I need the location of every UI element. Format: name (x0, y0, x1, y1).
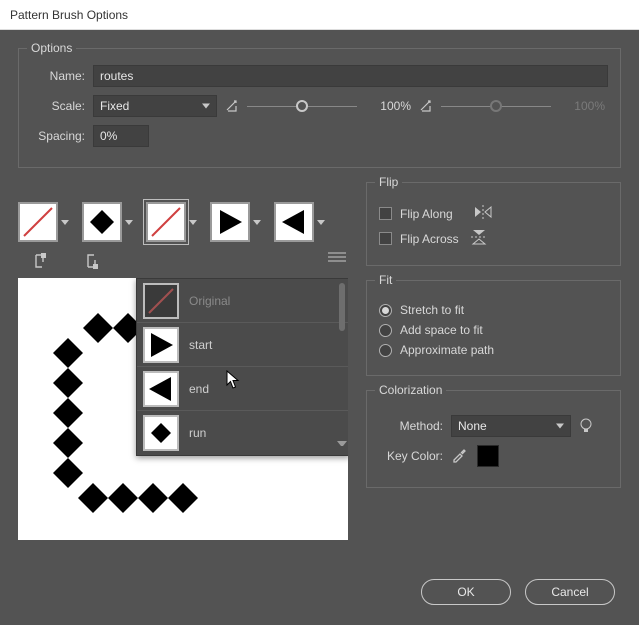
scale-link-icon-right[interactable] (419, 99, 433, 113)
flip-group: Flip Flip Along Flip Across (366, 182, 621, 266)
tile-start[interactable] (210, 202, 250, 242)
flip-legend: Flip (375, 175, 402, 189)
keycolor-swatch[interactable] (477, 445, 499, 467)
tile-end-dd[interactable] (316, 202, 326, 242)
dialog-window: Pattern Brush Options Options Name: Scal… (0, 0, 639, 625)
scale-value-1[interactable]: 100% (365, 99, 411, 113)
fit-addspace-label: Add space to fit (400, 323, 483, 337)
flip-along-icon (473, 205, 493, 222)
tile-dropdown-panel: Original start end (136, 278, 348, 456)
brush-preview: Original start end (18, 278, 348, 540)
scale-value-2: 100% (559, 99, 605, 113)
ok-button[interactable]: OK (421, 579, 511, 605)
spacing-label: Spacing: (31, 129, 85, 143)
options-group: Options Name: Scale: Fixed 100% (18, 48, 621, 168)
name-input[interactable] (93, 65, 608, 87)
dd-label-end: end (189, 382, 209, 396)
scale-label: Scale: (31, 99, 85, 113)
colorization-legend: Colorization (375, 383, 446, 397)
fit-stretch-label: Stretch to fit (400, 303, 464, 317)
flip-along-label: Flip Along (400, 207, 453, 221)
dd-item-original[interactable]: Original (137, 279, 348, 323)
tile-start-dd[interactable] (252, 202, 262, 242)
keycolor-label: Key Color: (379, 449, 443, 463)
tile-outer-corner-dd[interactable] (60, 202, 70, 242)
flip-along-checkbox[interactable] (379, 207, 392, 220)
flip-across-checkbox[interactable] (379, 232, 392, 245)
eyedropper-icon[interactable] (451, 447, 469, 465)
flip-across-label: Flip Across (400, 232, 459, 246)
titlebar: Pattern Brush Options (0, 0, 639, 30)
fit-approximate-radio[interactable] (379, 344, 392, 357)
options-legend: Options (27, 41, 76, 55)
dd-swatch-run (143, 415, 179, 451)
dd-label-start: start (189, 338, 212, 352)
cancel-button[interactable]: Cancel (525, 579, 615, 605)
scale-mode-select[interactable]: Fixed (93, 95, 217, 117)
fit-stretch-radio[interactable] (379, 304, 392, 317)
tile-outer-corner[interactable] (18, 202, 58, 242)
scale-slider-1[interactable] (247, 106, 357, 107)
dd-item-start[interactable]: start (137, 323, 348, 367)
dd-swatch-end (143, 371, 179, 407)
fit-approximate-label: Approximate path (400, 343, 494, 357)
flip-across-icon (471, 228, 487, 249)
spacing-input[interactable] (93, 125, 149, 147)
dd-scrollbar[interactable] (337, 283, 347, 451)
name-label: Name: (31, 69, 85, 83)
corner-mode-b-icon[interactable] (84, 250, 108, 272)
tile-inner-corner-dd[interactable] (188, 202, 198, 242)
corner-mode-a-icon[interactable] (32, 250, 56, 272)
method-label: Method: (379, 419, 443, 433)
method-select[interactable]: None (451, 415, 571, 437)
dd-item-run[interactable]: run (137, 411, 348, 455)
scale-slider-2 (441, 106, 551, 107)
window-title: Pattern Brush Options (10, 8, 128, 22)
tile-inner-corner[interactable] (146, 202, 186, 242)
tile-end[interactable] (274, 202, 314, 242)
dd-item-end[interactable]: end (137, 367, 348, 411)
fit-legend: Fit (375, 273, 396, 287)
scale-link-icon-left[interactable] (225, 99, 239, 113)
fit-group: Fit Stretch to fit Add space to fit Appr… (366, 280, 621, 376)
tile-side-dd[interactable] (124, 202, 134, 242)
dd-label-original: Original (189, 294, 230, 308)
dd-label-run: run (189, 426, 206, 440)
colorization-group: Colorization Method: None Key Color: (366, 390, 621, 488)
tips-icon[interactable] (579, 418, 595, 434)
dialog-body: Options Name: Scale: Fixed 100% (0, 30, 639, 625)
tile-row (18, 202, 348, 242)
fit-addspace-radio[interactable] (379, 324, 392, 337)
list-view-icon[interactable] (328, 250, 348, 264)
dd-swatch-original (143, 283, 179, 319)
dd-swatch-start (143, 327, 179, 363)
tile-side[interactable] (82, 202, 122, 242)
